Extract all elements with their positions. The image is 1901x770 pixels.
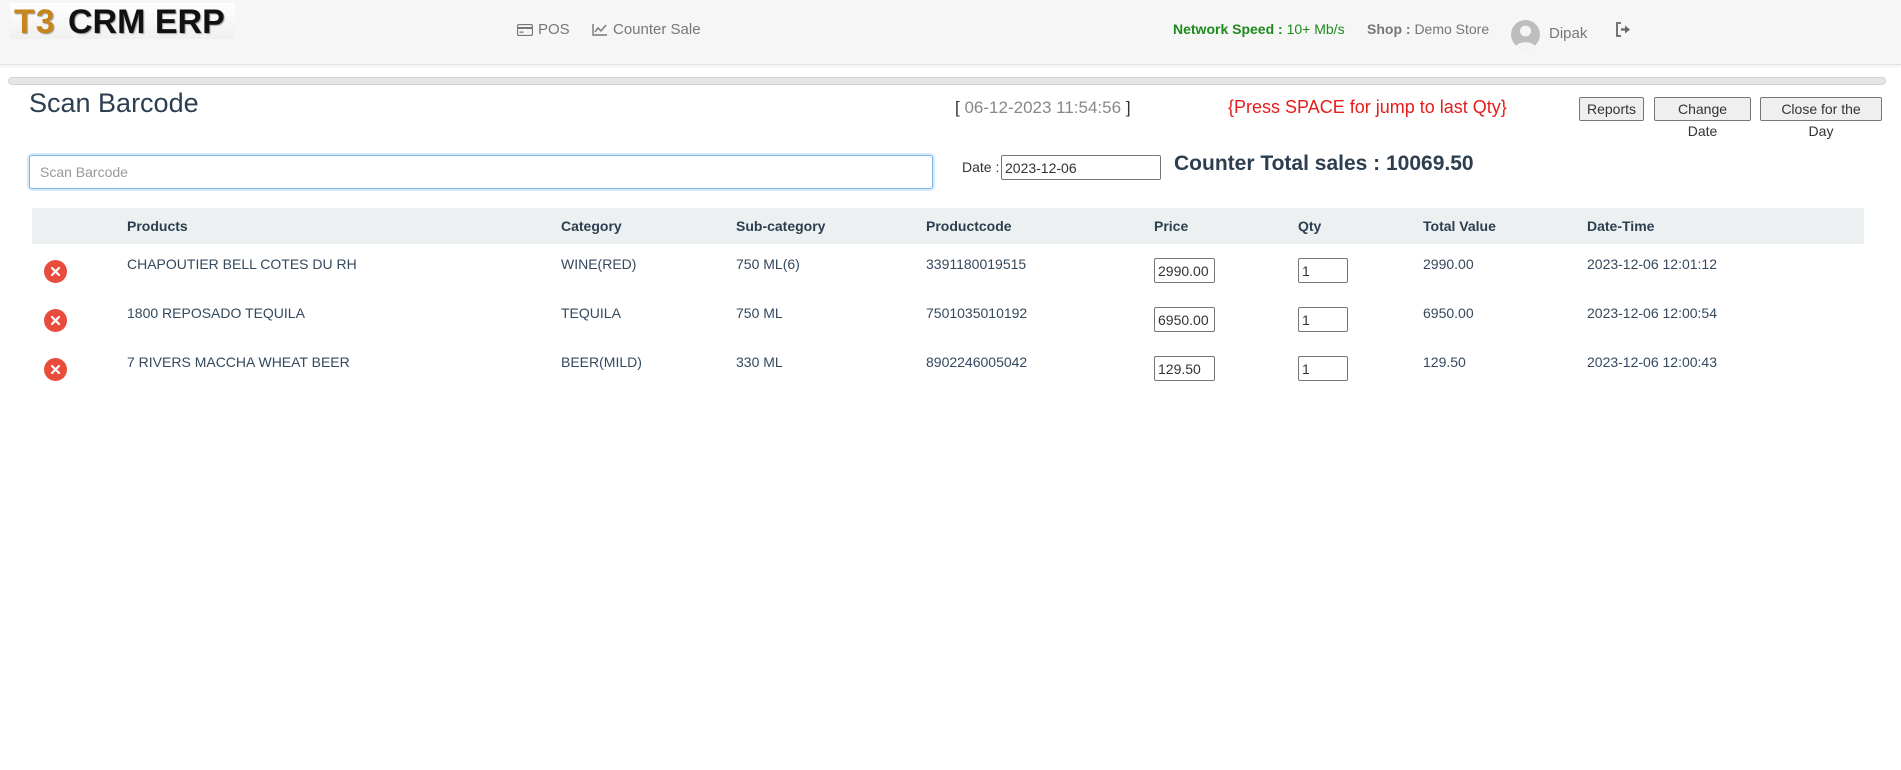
cell-productcode: 8902246005042 [926,354,1028,370]
user-name[interactable]: Dipak [1549,25,1587,42]
nav-counter-sale-link[interactable]: Counter Sale [592,21,701,38]
qty-input[interactable] [1298,258,1348,283]
change-date-button[interactable]: Change Date [1654,97,1751,139]
counter-total-sales: Counter Total sales : 10069.50 [1174,152,1474,175]
delete-row-icon[interactable] [44,260,67,283]
cell-total-value: 129.50 [1423,354,1466,370]
cell-subcategory: 330 ML [736,354,783,370]
cell-subcategory: 750 ML [736,305,783,321]
clock-value: 06-12-2023 11:54:56 [964,98,1122,117]
cell-total-value: 6950.00 [1423,305,1474,321]
barcode-scan-input[interactable] [29,155,933,189]
table-header: Products Category Sub-category Productco… [32,208,1864,244]
reports-button[interactable]: Reports [1579,97,1644,121]
header-date-time: Date-Time [1587,218,1655,234]
nav-counter-sale-label: Counter Sale [613,21,701,38]
cell-category: TEQUILA [561,305,621,321]
shop-label: Shop : [1367,21,1411,37]
logo-crm-erp: CRM ERP [68,3,225,41]
header-qty: Qty [1298,218,1322,234]
qty-input[interactable] [1298,356,1348,381]
cell-product: 1800 REPOSADO TEQUILA [127,305,305,321]
shop-info: Shop : Demo Store [1367,21,1489,37]
cell-category: WINE(RED) [561,256,637,272]
brand-logo[interactable]: T3 CRM ERP [10,3,235,41]
cell-date-time: 2023-12-06 12:00:54 [1587,305,1717,321]
table-row: CHAPOUTIER BELL COTES DU RH WINE(RED) 75… [32,244,1864,293]
cell-product: 7 RIVERS MACCHA WHEAT BEER [127,354,350,370]
header-total-value: Total Value [1423,218,1496,234]
table-row: 1800 REPOSADO TEQUILA TEQUILA 750 ML 750… [32,293,1864,342]
space-hint: {Press SPACE for jump to last Qty} [1228,97,1507,117]
header-products: Products [127,218,188,234]
table-row: 7 RIVERS MACCHA WHEAT BEER BEER(MILD) 33… [32,342,1864,391]
logo-t3: T3 [14,3,56,41]
network-speed-label: Network Speed : [1173,21,1283,37]
line-chart-icon [592,23,608,36]
qty-input[interactable] [1298,307,1348,332]
cell-date-time: 2023-12-06 12:00:43 [1587,354,1717,370]
network-speed: Network Speed : 10+ Mb/s [1173,21,1345,37]
price-input[interactable] [1154,258,1215,283]
top-navbar: T3 CRM ERP POS Counter Sale Network Spee… [0,0,1901,65]
cell-productcode: 7501035010192 [926,305,1028,321]
credit-card-icon [517,23,533,36]
date-input[interactable] [1001,155,1161,180]
cell-product: CHAPOUTIER BELL COTES DU RH [127,256,357,272]
clock-bracket-open: [ [955,98,960,117]
network-speed-value: 10+ Mb/s [1286,21,1345,37]
header-category: Category [561,218,622,234]
cell-date-time: 2023-12-06 12:01:12 [1587,256,1717,272]
nav-pos-label: POS [538,21,570,38]
delete-row-icon[interactable] [44,358,67,381]
sign-out-icon[interactable] [1615,22,1632,42]
header-subcategory: Sub-category [736,218,826,234]
close-day-button[interactable]: Close for the Day [1760,97,1882,139]
cell-subcategory: 750 ML(6) [736,256,800,272]
price-input[interactable] [1154,307,1215,332]
page-title: Scan Barcode [29,88,199,118]
current-datetime: [ 06-12-2023 11:54:56 ] [955,98,1131,118]
header-productcode: Productcode [926,218,1012,234]
header-price: Price [1154,218,1189,234]
loading-bar [8,77,1886,85]
cell-category: BEER(MILD) [561,354,642,370]
nav-pos-link[interactable]: POS [517,21,570,38]
delete-row-icon[interactable] [44,309,67,332]
date-label: Date : [962,159,1000,175]
sales-table: Products Category Sub-category Productco… [32,208,1864,391]
price-input[interactable] [1154,356,1215,381]
user-avatar-icon[interactable] [1511,20,1540,49]
cell-productcode: 3391180019515 [926,256,1027,272]
shop-value: Demo Store [1414,21,1490,37]
cell-total-value: 2990.00 [1423,256,1474,272]
clock-bracket-close: ] [1125,98,1131,117]
